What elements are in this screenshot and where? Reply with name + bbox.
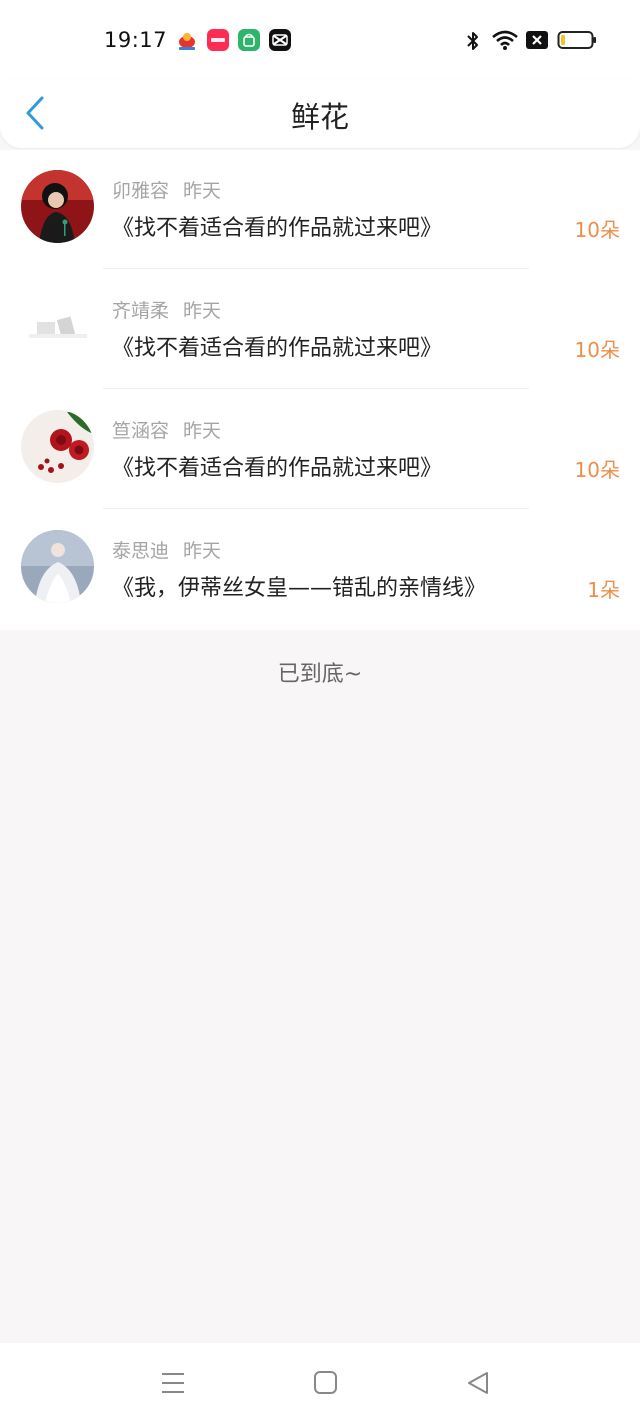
- list-item[interactable]: 泰思迪 昨天 《我，伊蒂丝女皇——错乱的亲情线》 1朵: [0, 510, 640, 630]
- shopping-bag-app-icon: [238, 29, 260, 51]
- divider: [103, 268, 529, 269]
- sent-date: 昨天: [183, 420, 222, 442]
- app-header: 鲜花: [0, 80, 640, 148]
- flower-count: 10朵: [574, 338, 620, 362]
- sender-name: 卯雅容: [112, 180, 170, 202]
- item-meta: 笪涵容 昨天: [112, 416, 221, 443]
- flower-count: 1朵: [587, 578, 620, 602]
- divider: [103, 388, 529, 389]
- sender-name: 泰思迪: [112, 540, 170, 562]
- xiaohongshu-app-icon: [207, 29, 229, 51]
- weibo-app-icon: [176, 29, 198, 51]
- avatar[interactable]: [21, 170, 94, 243]
- wifi-icon: [492, 30, 518, 50]
- battery-icon: [557, 31, 596, 49]
- item-meta: 卯雅容 昨天: [112, 176, 221, 203]
- avatar[interactable]: [21, 290, 94, 363]
- work-title[interactable]: 《我，伊蒂丝女皇——错乱的亲情线》: [112, 570, 486, 602]
- end-of-list-note: 已到底~: [277, 662, 363, 687]
- flower-count: 10朵: [574, 218, 620, 242]
- avatar[interactable]: [21, 410, 94, 483]
- system-nav-bar: [0, 1343, 640, 1422]
- avatar[interactable]: [21, 530, 94, 603]
- sent-date: 昨天: [183, 180, 222, 202]
- item-meta: 齐靖柔 昨天: [112, 296, 221, 323]
- home-square-icon[interactable]: [313, 1370, 338, 1395]
- sender-name: 齐靖柔: [112, 300, 170, 322]
- flower-count: 10朵: [574, 458, 620, 482]
- sender-name: 笪涵容: [112, 420, 170, 442]
- back-triangle-icon[interactable]: [465, 1370, 491, 1396]
- work-title[interactable]: 《找不着适合看的作品就过来吧》: [112, 210, 442, 242]
- menu-icon[interactable]: [160, 1371, 186, 1395]
- flower-record-list: 卯雅容 昨天 《找不着适合看的作品就过来吧》 10朵 齐靖柔 昨天 《找不着适合看的…: [0, 150, 640, 630]
- sent-date: 昨天: [183, 300, 222, 322]
- sent-date: 昨天: [183, 540, 222, 562]
- list-item[interactable]: 卯雅容 昨天 《找不着适合看的作品就过来吧》 10朵: [0, 150, 640, 270]
- list-item[interactable]: 笪涵容 昨天 《找不着适合看的作品就过来吧》 10朵: [0, 390, 640, 510]
- status-time: 19:17: [104, 28, 168, 52]
- page-title: 鲜花: [290, 100, 349, 134]
- item-meta: 泰思迪 昨天: [112, 536, 221, 563]
- work-title[interactable]: 《找不着适合看的作品就过来吧》: [112, 450, 442, 482]
- list-item[interactable]: 齐靖柔 昨天 《找不着适合看的作品就过来吧》 10朵: [0, 270, 640, 390]
- no-sim-icon: [526, 31, 548, 49]
- status-bar: 19:17: [0, 0, 640, 80]
- divider: [103, 508, 529, 509]
- bluetooth-icon: [467, 32, 478, 50]
- work-title[interactable]: 《找不着适合看的作品就过来吧》: [112, 330, 442, 362]
- capcut-app-icon: [269, 29, 291, 51]
